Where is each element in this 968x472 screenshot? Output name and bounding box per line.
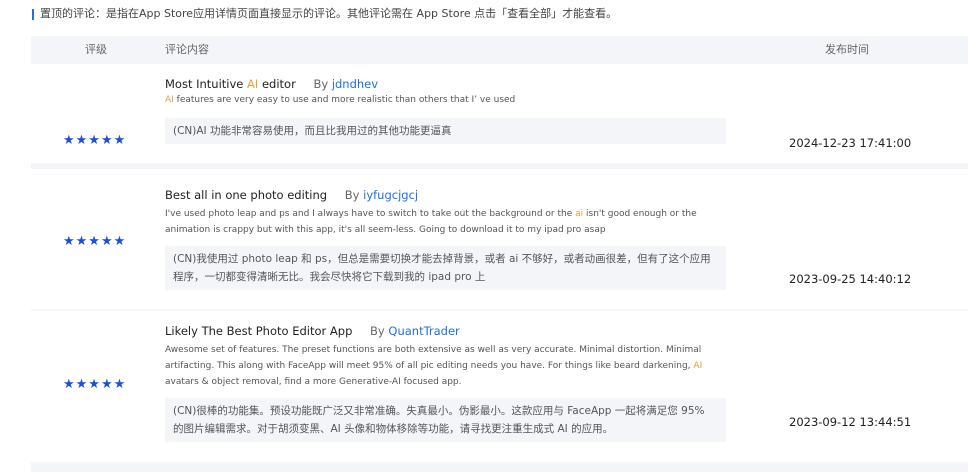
review-body: Awesome set of features. The preset func… [165,345,703,387]
review-content: Best all in one photo editing By iyfugcj… [165,187,730,290]
review-title: Likely The Best Photo Editor App By Quan… [165,324,460,338]
table-row: ★★★★★ Most Intuitive AI editor By jdndhe… [31,64,968,163]
review-translation: (CN)很棒的功能集。预设功能既广泛又非常准确。失真最小。伪影最小。这款应用与 … [165,398,726,442]
review-title: Best all in one photo editing By iyfugcj… [165,188,419,202]
review-content: Likely The Best Photo Editor App By Quan… [165,323,730,442]
notice: 置顶的评论：是指在App Store应用详情页面直接显示的评论。其他评论需在 A… [32,6,617,22]
table-row: ★★★★★ Best all in one photo editing By i… [31,169,968,309]
review-date: 2023-09-25 14:40:12 [789,272,912,286]
review-by: By iyfugcjgcj [344,188,419,202]
star-rating: ★★★★★ [63,234,127,249]
row-separator [31,462,968,472]
review-translation: (CN)AI 功能非常容易使用，而且比我用过的其他功能更逼真 [165,118,726,144]
table-header: 评级 评论内容 发布时间 [31,36,968,64]
review-by: By jdndhev [313,77,379,91]
header-rating: 评级 [85,43,107,56]
star-rating: ★★★★★ [63,377,127,392]
author-link[interactable]: jdndhev [332,77,378,91]
author-link[interactable]: iyfugcjgcj [363,188,418,202]
author-link[interactable]: QuantTrader [388,324,459,338]
notice-text: 置顶的评论：是指在App Store应用详情页面直接显示的评论。其他评论需在 A… [40,7,618,20]
notice-accent-bar [32,8,34,20]
table-row: ★★★★★ Likely The Best Photo Editor App B… [31,311,968,461]
review-date: 2023-09-12 13:44:51 [789,415,912,429]
review-title: Most Intuitive AI editor By jdndhev [165,77,379,91]
reviews-table: 评级 评论内容 发布时间 ★★★★★ Most Intuitive AI edi… [31,36,968,472]
review-body: AI features are very easy to use and mor… [165,95,516,105]
review-body: I've used photo leap and ps and I always… [165,209,697,235]
review-content: Most Intuitive AI editor By jdndhev AI f… [165,76,730,144]
review-date: 2024-12-23 17:41:00 [789,136,912,150]
review-by: By QuantTrader [370,324,460,338]
header-content: 评论内容 [165,43,209,56]
review-translation: (CN)我使用过 photo leap 和 ps，但总是需要切换才能去掉背景，或… [165,246,726,290]
header-date: 发布时间 [825,43,869,56]
star-rating: ★★★★★ [63,133,127,148]
